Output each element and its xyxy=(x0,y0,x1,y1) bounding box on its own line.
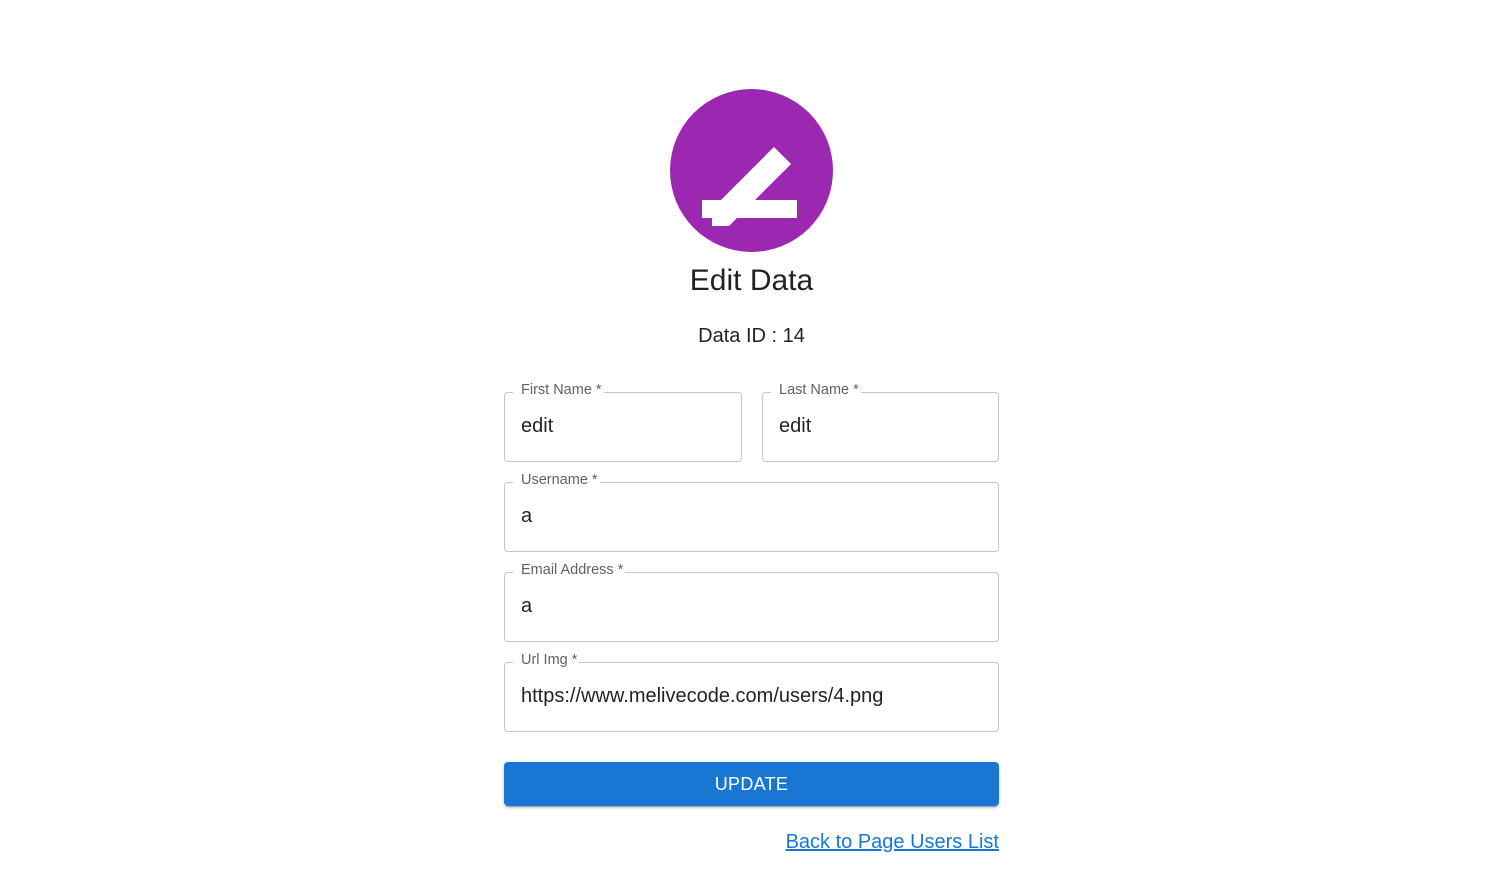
update-button[interactable]: UPDATE xyxy=(504,762,999,806)
email-label: Email Address * xyxy=(521,562,624,578)
first-name-label: First Name * xyxy=(521,382,602,398)
last-name-input[interactable] xyxy=(779,412,987,440)
username-field[interactable]: Username * Username * xyxy=(504,472,999,552)
page-title: Edit Data xyxy=(689,264,814,297)
url-img-label: Url Img * xyxy=(521,652,578,668)
first-name-field[interactable]: First Name * First Name * xyxy=(504,382,742,462)
last-name-field[interactable]: Last Name * Last Name * xyxy=(762,382,999,462)
username-input[interactable] xyxy=(521,502,987,530)
first-name-input[interactable] xyxy=(521,412,730,440)
back-to-users-link[interactable]: Back to Page Users List xyxy=(786,830,999,854)
url-img-field[interactable]: Url Img * Url Img * xyxy=(504,652,999,732)
last-name-label: Last Name * xyxy=(779,382,859,398)
data-id-label: Data ID : 14 xyxy=(698,325,805,347)
email-field[interactable]: Email Address * Email Address * xyxy=(504,562,999,642)
avatar xyxy=(670,89,833,252)
edit-icon xyxy=(701,146,797,226)
email-input[interactable] xyxy=(521,592,987,620)
username-label: Username * xyxy=(521,472,598,488)
url-img-input[interactable] xyxy=(521,682,987,710)
